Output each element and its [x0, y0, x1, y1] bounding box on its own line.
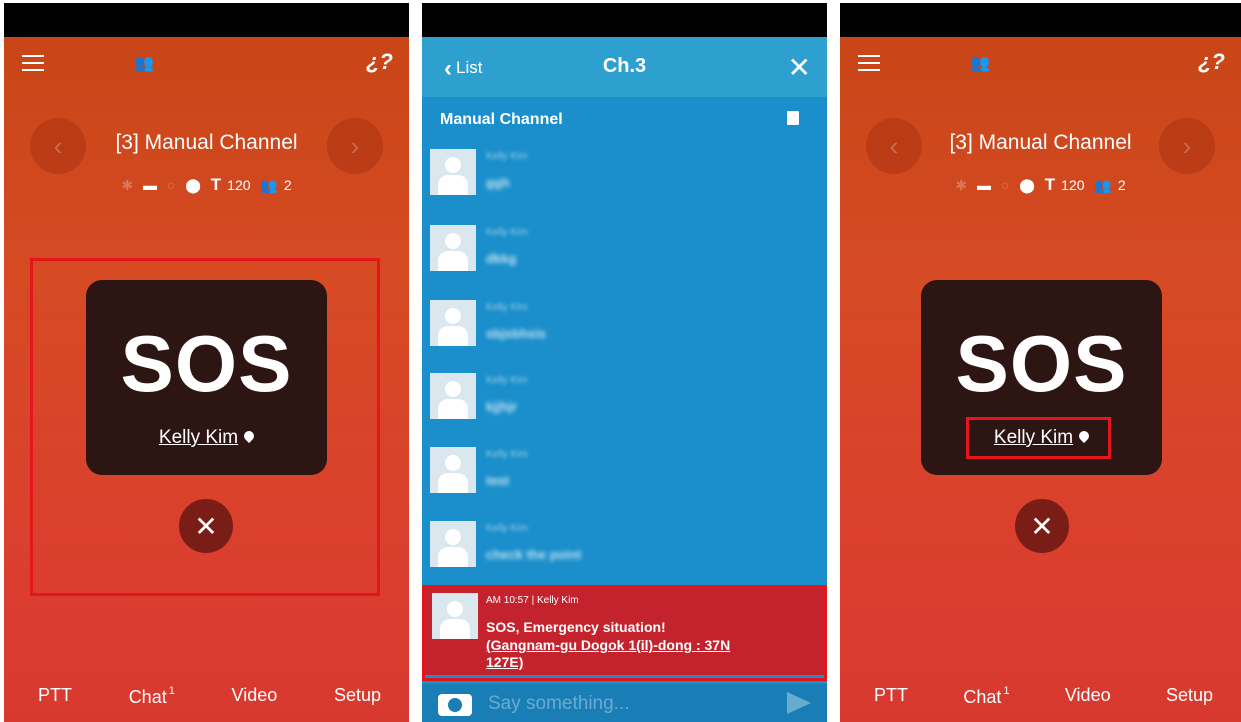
bottom-nav: PTT Chat 1 Video Setup — [840, 685, 1241, 715]
status-bar — [840, 3, 1241, 37]
highlight-box — [966, 417, 1111, 459]
users-count: 2 — [1117, 177, 1126, 193]
users-icon: 👥 — [260, 176, 278, 193]
battery-icon: ▬ — [976, 177, 991, 193]
trash-icon[interactable] — [787, 111, 799, 125]
battery-icon: ▬ — [142, 177, 157, 193]
nav-setup[interactable]: Setup — [334, 685, 381, 715]
chat-header: ‹ List Ch.3 ✕ — [422, 37, 827, 97]
highlight-box — [30, 258, 380, 596]
users-icon: 👥 — [1094, 176, 1112, 193]
list-item: Kelly Kim ggh — [430, 149, 817, 215]
chat-input-bar — [422, 684, 827, 722]
list-item: Kelly Kim sbjsbhsis — [430, 300, 817, 366]
channel-status: ✱ ▬ ○ ⬤ T 120 👥 2 — [4, 175, 409, 195]
bottom-nav: PTT Chat 1 Video Setup — [4, 685, 409, 715]
chat-title: Ch.3 — [602, 55, 647, 77]
avatar — [430, 225, 476, 271]
channel-name: Manual Channel — [440, 111, 563, 128]
menu-icon[interactable] — [22, 55, 44, 71]
channel-status: ✱ ▬ ○ ⬤ T 120 👥 2 — [840, 175, 1241, 195]
avatar — [430, 447, 476, 493]
status-icon: ○ — [1000, 177, 1010, 193]
close-icon[interactable]: ✕ — [788, 51, 811, 84]
list-item: Kelly Kim test — [430, 447, 817, 513]
ptt-screen-right: 👥 ¿? ‹ › [3] Manual Channel ✱ ▬ ○ ⬤ T 120… — [840, 3, 1241, 722]
talk-value: 120 — [1061, 177, 1085, 193]
nav-chat[interactable]: Chat 1 — [963, 685, 1009, 715]
chat-badge: 1 — [1003, 685, 1010, 697]
location-pin-icon: ⬤ — [185, 176, 201, 193]
list-item: Kelly Kim dkkg — [430, 225, 817, 291]
avatar — [430, 521, 476, 567]
channel-title: [3] Manual Channel — [115, 131, 298, 154]
nav-ptt[interactable]: PTT — [874, 685, 908, 715]
talk-value: 120 — [227, 177, 251, 193]
avatar — [430, 300, 476, 346]
list-item: Kelly Kim kjjhjr — [430, 373, 817, 439]
bluetooth-icon: ✱ — [955, 176, 968, 193]
status-bar — [4, 3, 409, 37]
camera-icon[interactable] — [438, 694, 472, 716]
location-pin-icon: ⬤ — [1019, 176, 1035, 193]
avatar — [430, 373, 476, 419]
chat-badge: 1 — [168, 685, 175, 697]
list-item: Kelly Kim check the point — [430, 521, 817, 587]
status-icon: ○ — [166, 177, 176, 193]
help-icon[interactable]: ¿? — [366, 49, 393, 75]
message-input[interactable] — [488, 692, 768, 716]
chat-screen: ‹ List Ch.3 ✕ Manual Channel Kelly Kim ggh… — [422, 3, 827, 722]
close-sos-button[interactable]: ✕ — [1015, 499, 1069, 553]
nav-setup[interactable]: Setup — [1166, 685, 1213, 715]
nav-video[interactable]: Video — [1065, 685, 1111, 715]
talk-icon: T — [1044, 175, 1056, 194]
ptt-screen-left: 👥 ¿? ‹ › [3] Manual Channel ✱ ▬ ○ ⬤ T 120… — [4, 3, 409, 722]
send-icon[interactable] — [787, 692, 811, 714]
menu-icon[interactable] — [858, 55, 880, 71]
talk-icon: T — [210, 175, 222, 194]
nav-ptt[interactable]: PTT — [38, 685, 72, 715]
bluetooth-icon: ✱ — [121, 176, 134, 193]
sos-label: SOS — [955, 319, 1128, 408]
highlight-box — [422, 585, 827, 681]
nav-video[interactable]: Video — [232, 685, 278, 715]
channel-title: [3] Manual Channel — [949, 131, 1132, 154]
help-icon[interactable]: ¿? — [1198, 49, 1225, 75]
contacts-icon[interactable]: 👥 — [970, 53, 990, 73]
users-count: 2 — [283, 177, 292, 193]
status-bar — [422, 3, 827, 37]
nav-chat[interactable]: Chat 1 — [129, 685, 175, 715]
avatar — [430, 149, 476, 195]
contacts-icon[interactable]: 👥 — [134, 53, 154, 73]
